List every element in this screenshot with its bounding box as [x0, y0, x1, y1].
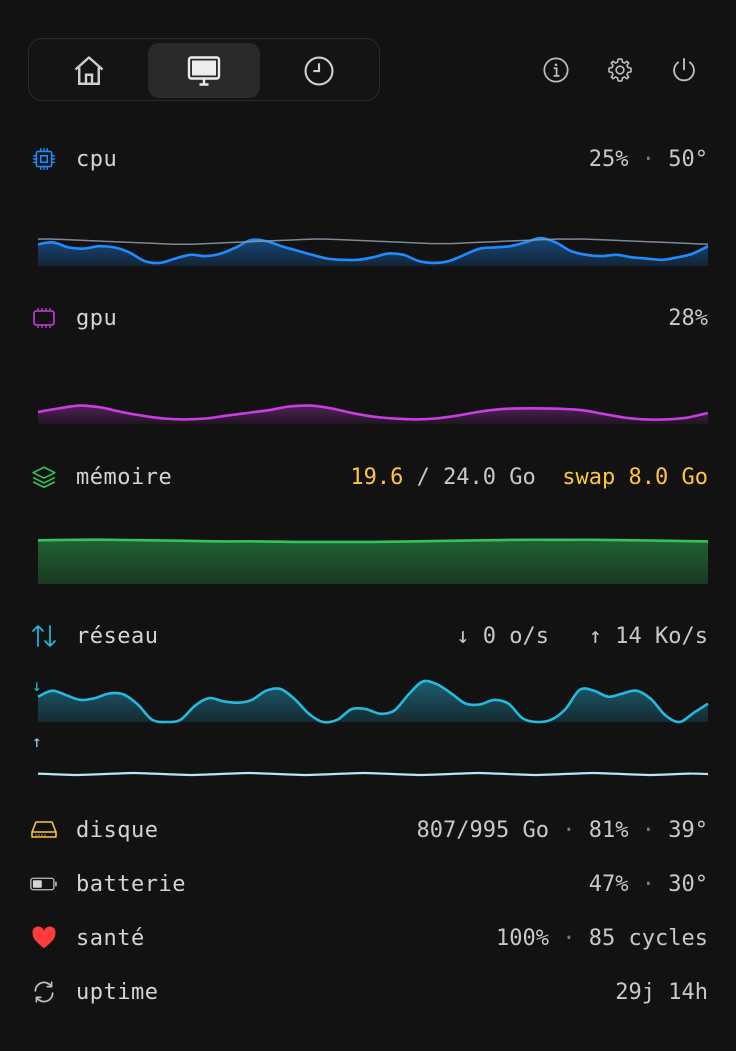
- network-upload-chart: [37, 771, 709, 777]
- swap-label: swap: [562, 464, 616, 490]
- network-value: ↓ 0 o/s ↑ 14 Ko/s: [456, 624, 708, 649]
- separator: ·: [641, 146, 655, 172]
- drive-icon: [30, 816, 58, 844]
- uptime-row: uptime 29j 14h: [30, 976, 708, 1008]
- network-down-area: [38, 680, 708, 723]
- monitor-icon: [187, 55, 221, 86]
- battery-percent: 47%: [588, 871, 629, 897]
- upload-rate: 14 Ko/s: [615, 623, 708, 649]
- memory-used: 19.6: [350, 464, 404, 490]
- separator: ·: [641, 871, 655, 897]
- power-icon: [673, 57, 695, 82]
- cpu-value: 25% · 50°: [589, 147, 708, 172]
- network-download-chart: [37, 679, 709, 724]
- network-up-line: [37, 771, 709, 777]
- refresh-icon: [30, 978, 58, 1006]
- clock-icon: [304, 55, 334, 86]
- gpu-label: gpu: [76, 305, 118, 331]
- disk-percent: 81%: [588, 817, 629, 843]
- uptime-label: uptime: [76, 979, 159, 1005]
- health-label: santé: [76, 925, 145, 951]
- info-button[interactable]: [540, 54, 572, 86]
- cpu-chart: [37, 236, 709, 266]
- cpu-temp-line: [37, 238, 709, 246]
- health-value: 100% · 85 cycles: [496, 926, 708, 951]
- settings-button[interactable]: [604, 54, 636, 86]
- download-rate: 0 o/s: [482, 623, 550, 649]
- battery-level: [32, 880, 42, 888]
- home-icon: [74, 55, 104, 85]
- tab-bar: [28, 38, 380, 101]
- tab-home[interactable]: [33, 43, 145, 98]
- cpu-label: cpu: [76, 146, 118, 172]
- separator: ·: [562, 817, 576, 843]
- cpu-icon: [30, 145, 58, 173]
- health-cycles: 85 cycles: [588, 925, 708, 951]
- uptime-value: 29j 14h: [615, 979, 708, 1005]
- cpu-usage: 25%: [588, 146, 629, 172]
- heart-icon: [30, 924, 58, 952]
- battery-row: batterie 47% · 30°: [30, 868, 708, 900]
- gpu-usage: 28%: [668, 305, 708, 331]
- network-label: réseau: [76, 623, 159, 649]
- network-row: réseau ↓ 0 o/s ↑ 14 Ko/s: [30, 620, 708, 652]
- disk-temp: 39°: [668, 817, 708, 843]
- transfer-arrows-icon: [30, 622, 58, 650]
- cpu-temp: 50°: [668, 146, 708, 172]
- power-button[interactable]: [668, 54, 700, 86]
- info-icon: [543, 57, 569, 83]
- cpu-row: cpu 25% · 50°: [30, 143, 708, 175]
- layers-icon: [30, 463, 58, 491]
- disk-label: disque: [76, 817, 159, 843]
- battery-label: batterie: [76, 871, 186, 897]
- disk-row: disque 807/995 Go · 81% · 39°: [30, 814, 708, 846]
- gpu-chart: [37, 404, 709, 424]
- gpu-row: gpu 28%: [30, 302, 708, 334]
- gear-icon: [608, 58, 632, 82]
- memory-row: mémoire 19.6 / 24.0 Go swap 8.0 Go: [30, 461, 708, 493]
- upload-arrow: ↑: [588, 623, 603, 649]
- separator: ·: [562, 925, 576, 951]
- disk-value: 807/995 Go · 81% · 39°: [417, 818, 708, 843]
- health-row: santé 100% · 85 cycles: [30, 922, 708, 954]
- upload-chart-arrow: ↑: [32, 732, 42, 751]
- battery-temp: 30°: [668, 871, 708, 897]
- memory-label: mémoire: [76, 464, 173, 490]
- memory-value: 19.6 / 24.0 Go swap 8.0 Go: [350, 465, 708, 490]
- battery-icon: [30, 870, 58, 898]
- memory-chart: [37, 538, 709, 584]
- memory-slash: /: [416, 464, 430, 490]
- battery-value: 47% · 30°: [589, 872, 708, 897]
- download-arrow: ↓: [456, 623, 470, 649]
- disk-usage: 807/995 Go: [416, 817, 549, 843]
- health-percent: 100%: [496, 925, 550, 951]
- separator: ·: [641, 817, 655, 843]
- tab-monitor[interactable]: [148, 43, 260, 98]
- memory-usage-area: [38, 539, 708, 584]
- swap-value: 8.0 Go: [628, 464, 708, 490]
- memory-total: 24.0 Go: [443, 464, 536, 490]
- tab-history[interactable]: [263, 43, 375, 98]
- gpu-icon: [30, 304, 58, 332]
